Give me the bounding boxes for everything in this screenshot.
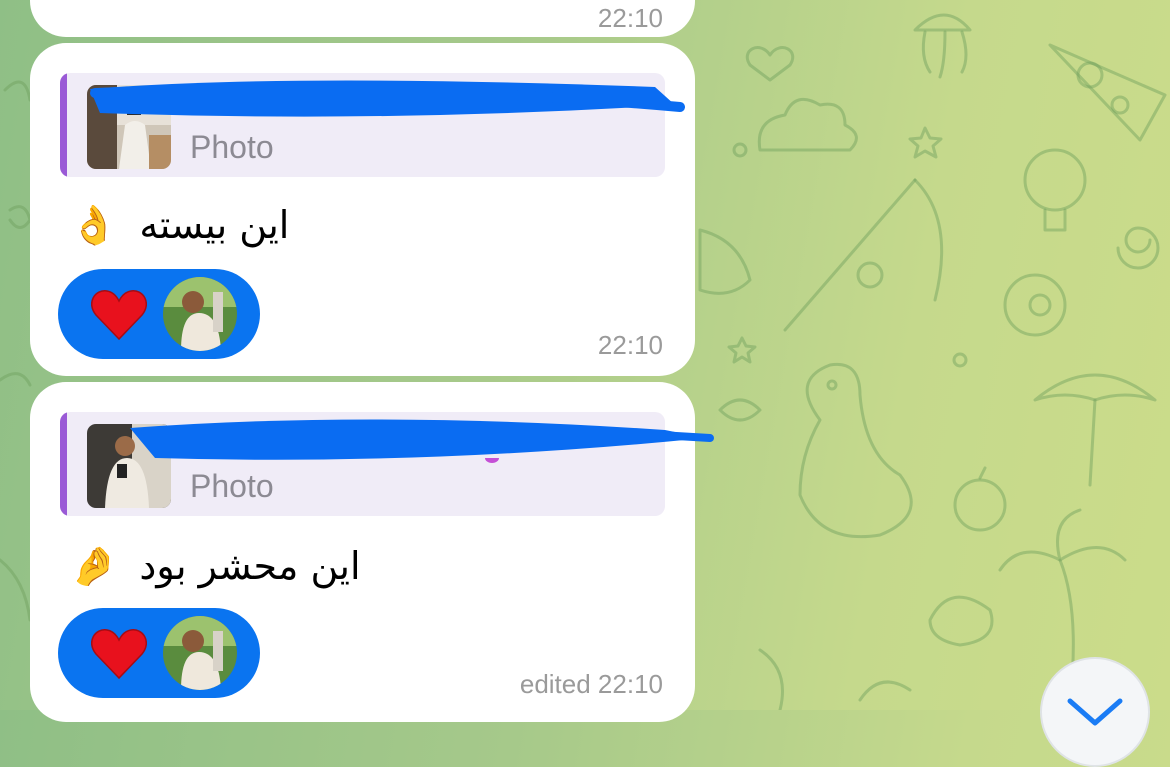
photo-thumbnail-icon [87, 424, 171, 508]
reply-accent-bar [60, 73, 67, 177]
reply-label: Photo [190, 129, 274, 165]
message-timestamp: 22:10 [597, 330, 663, 360]
message-text-body: این محشر بود [139, 544, 361, 588]
message-bubble[interactable]: Photo این بیسته 👌 22:10 [30, 43, 695, 376]
message-text: این بیسته 👌 [70, 203, 289, 248]
reply-label: Photo [190, 468, 274, 504]
message-timestamp: 22:10 [597, 3, 663, 33]
ok-hand-emoji: 👌 [70, 203, 118, 247]
chevron-down-icon [1067, 698, 1123, 726]
reply-accent-bar [60, 412, 67, 516]
message-bubble-previous[interactable]: 22:10 [30, 0, 695, 37]
message-bubble[interactable]: Photo این محشر بود 🤌 edited 22:10 [30, 382, 714, 722]
scroll-down-button[interactable] [1040, 657, 1150, 767]
reply-preview[interactable]: Photo [60, 73, 665, 177]
reaction-pill[interactable] [58, 608, 260, 698]
heart-icon [91, 290, 147, 341]
pinched-fingers-emoji: 🤌 [70, 544, 118, 588]
message-text: این محشر بود 🤌 [70, 544, 361, 589]
message-text-body: این بیسته [139, 203, 290, 247]
reply-preview[interactable]: Photo [60, 412, 665, 516]
reaction-pill[interactable] [58, 269, 260, 359]
message-timestamp: edited 22:10 [519, 669, 663, 699]
photo-thumbnail-icon [87, 85, 171, 169]
user-avatar [163, 277, 237, 351]
user-avatar [163, 616, 237, 690]
heart-icon [91, 629, 147, 680]
